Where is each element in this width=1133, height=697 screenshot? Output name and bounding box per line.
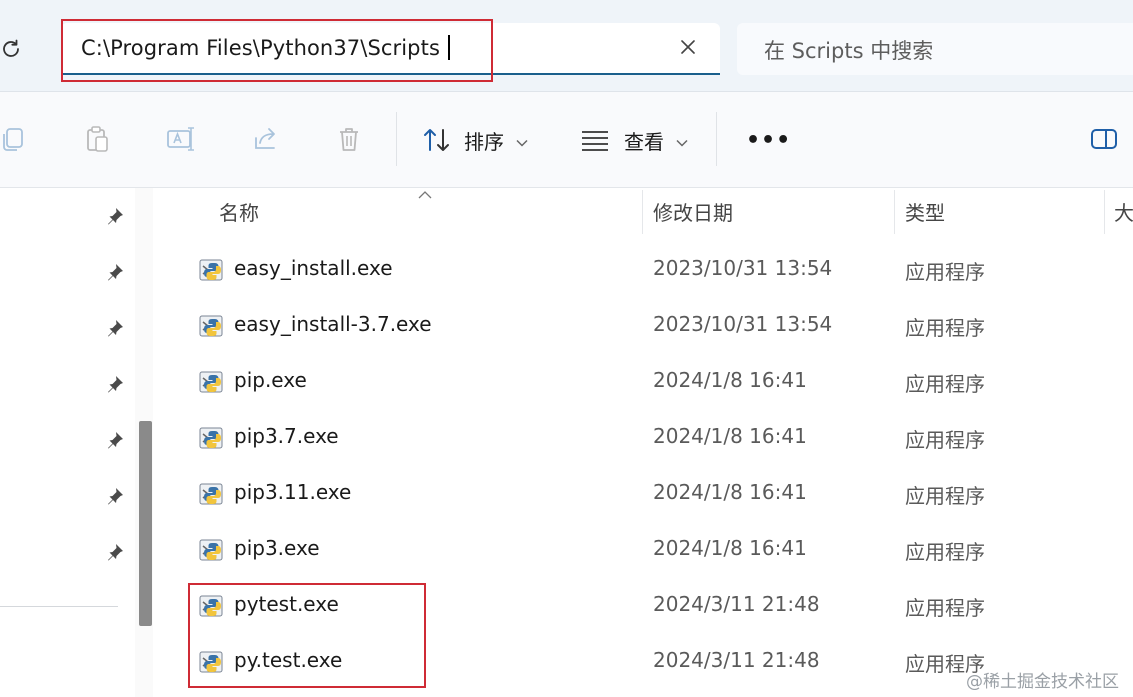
pin-icon[interactable] [104, 373, 126, 395]
file-name: pip.exe [234, 368, 307, 392]
sort-button[interactable]: 排序 [422, 123, 528, 157]
file-type: 应用程序 [905, 260, 985, 284]
python-exe-icon [199, 649, 225, 675]
python-exe-icon [199, 313, 225, 339]
file-modified: 2024/1/8 16:41 [653, 424, 807, 448]
file-modified: 2023/10/31 13:54 [653, 312, 833, 336]
refresh-icon[interactable] [0, 34, 26, 64]
file-name: pip3.7.exe [234, 424, 339, 448]
pin-icon[interactable] [104, 261, 126, 283]
file-name: easy_install.exe [234, 256, 393, 280]
share-icon[interactable] [248, 122, 282, 156]
chevron-down-icon [676, 128, 688, 152]
pin-icon[interactable] [104, 429, 126, 451]
watermark: @稀土掘金技术社区 [966, 672, 1119, 692]
python-exe-icon [199, 481, 225, 507]
file-row[interactable]: easy_install.exe 2023/10/31 13:54 应用程序 [175, 242, 1133, 298]
file-modified: 2023/10/31 13:54 [653, 256, 833, 280]
chevron-down-icon [516, 128, 528, 152]
file-type: 应用程序 [905, 596, 985, 620]
sort-label: 排序 [464, 129, 504, 154]
address-toolbar: C:\Program Files\Python37\Scripts 在 Scri… [0, 0, 1133, 92]
search-box[interactable]: 在 Scripts 中搜索 [737, 23, 1133, 75]
sort-icon [422, 126, 452, 154]
more-label: ••• [746, 127, 792, 153]
details-pane-icon[interactable] [1087, 122, 1121, 156]
file-row[interactable]: pip3.11.exe 2024/1/8 16:41 应用程序 [175, 466, 1133, 522]
file-row[interactable]: pip.exe 2024/1/8 16:41 应用程序 [175, 354, 1133, 410]
nav-divider [0, 606, 118, 607]
column-divider[interactable] [894, 190, 895, 234]
pin-icon[interactable] [104, 485, 126, 507]
file-type: 应用程序 [905, 316, 985, 340]
file-name: pip3.exe [234, 536, 320, 560]
address-path[interactable]: C:\Program Files\Python37\Scripts [81, 35, 450, 60]
file-row[interactable]: easy_install-3.7.exe 2023/10/31 13:54 应用… [175, 298, 1133, 354]
view-button[interactable]: 查看 [580, 123, 688, 157]
pin-icon[interactable] [104, 205, 126, 227]
file-name: py.test.exe [234, 648, 343, 672]
python-exe-icon [199, 593, 225, 619]
search-input[interactable]: 在 Scripts 中搜索 [764, 35, 933, 65]
column-header-name[interactable]: 名称 [219, 188, 259, 234]
toolbar-divider [396, 112, 397, 166]
file-name: easy_install-3.7.exe [234, 312, 432, 336]
pin-icon[interactable] [104, 541, 126, 563]
file-modified: 2024/1/8 16:41 [653, 480, 807, 504]
python-exe-icon [199, 537, 225, 563]
file-name: pytest.exe [234, 592, 339, 616]
column-divider[interactable] [1104, 190, 1105, 234]
file-name: pip3.11.exe [234, 480, 352, 504]
file-row[interactable]: pytest.exe 2024/3/11 21:48 应用程序 [175, 578, 1133, 634]
file-type: 应用程序 [905, 484, 985, 508]
python-exe-icon [199, 425, 225, 451]
file-type: 应用程序 [905, 372, 985, 396]
view-icon [580, 129, 610, 151]
file-type: 应用程序 [905, 540, 985, 564]
column-divider[interactable] [642, 190, 643, 234]
column-header-size[interactable]: 大 [1114, 188, 1133, 234]
delete-icon[interactable] [332, 122, 366, 156]
more-options-button[interactable]: ••• [746, 123, 791, 157]
file-modified: 2024/3/11 21:48 [653, 592, 820, 616]
column-header-type[interactable]: 类型 [905, 188, 945, 234]
view-label: 查看 [624, 129, 664, 154]
file-row[interactable]: pip3.7.exe 2024/1/8 16:41 应用程序 [175, 410, 1133, 466]
toolbar-divider [716, 112, 717, 166]
close-icon[interactable] [677, 36, 699, 58]
python-exe-icon [199, 369, 225, 395]
file-modified: 2024/3/11 21:48 [653, 648, 820, 672]
nav-scrollbar-thumb[interactable] [139, 421, 152, 626]
address-bar[interactable]: C:\Program Files\Python37\Scripts [61, 23, 720, 75]
column-header-modified[interactable]: 修改日期 [653, 188, 733, 234]
sort-ascending-icon [418, 184, 432, 203]
text-caret [448, 35, 450, 60]
pin-icon[interactable] [104, 317, 126, 339]
file-modified: 2024/1/8 16:41 [653, 368, 807, 392]
file-type: 应用程序 [905, 428, 985, 452]
file-modified: 2024/1/8 16:41 [653, 536, 807, 560]
rename-icon[interactable] [164, 122, 198, 156]
copy-icon[interactable] [0, 122, 30, 156]
paste-icon[interactable] [80, 122, 114, 156]
file-row[interactable]: pip3.exe 2024/1/8 16:41 应用程序 [175, 522, 1133, 578]
python-exe-icon [199, 257, 225, 283]
